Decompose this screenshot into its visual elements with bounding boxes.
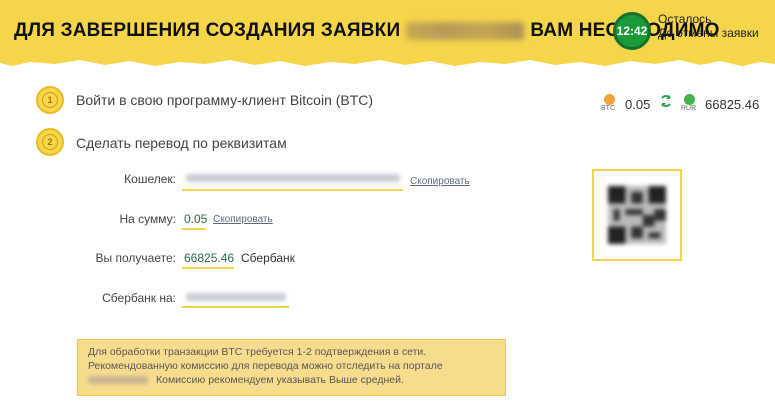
banner-title-left: ДЛЯ ЗАВЕРШЕНИЯ СОЗДАНИЯ ЗАЯВКИ xyxy=(14,20,401,41)
rur-coin-icon: RUR xyxy=(681,94,697,114)
copy-amount-link[interactable]: Скопировать xyxy=(213,214,273,225)
step-2-number: 2 xyxy=(42,134,58,150)
copy-wallet-link[interactable]: Скопировать xyxy=(410,176,470,187)
receive-label: Вы получаете: xyxy=(95,251,176,265)
step-2-label: Сделать перевод по реквизитам xyxy=(76,135,287,151)
step-1-badge: 1 xyxy=(36,86,64,114)
rur-amount: 66825.46 xyxy=(705,96,760,112)
info-line-1: Для обработки транзакции BTC требуется 1… xyxy=(88,346,427,358)
timer-caption: Осталось До отмены заявки xyxy=(658,12,759,40)
sber-label: Сбербанк на: xyxy=(102,291,176,305)
amount-underline xyxy=(182,228,206,230)
info-line-3-wrap: Комиссию рекомендуем указывать Выше сред… xyxy=(88,373,495,387)
receive-underline xyxy=(182,267,234,269)
amount-label: На сумму: xyxy=(119,212,176,226)
timer-caption-line2: До отмены заявки xyxy=(658,26,759,40)
timer-caption-line1: Осталось xyxy=(658,12,712,26)
step-1-number: 1 xyxy=(42,92,58,108)
wallet-underline xyxy=(182,189,403,191)
qr-code xyxy=(608,186,666,244)
receive-value: 66825.46 xyxy=(184,251,235,265)
info-line-2: Рекомендованную комиссию для перевода мо… xyxy=(88,360,443,372)
countdown-timer: 12:42 xyxy=(613,12,651,50)
header-banner: ДЛЯ ЗАВЕРШЕНИЯ СОЗДАНИЯ ЗАЯВКИ ВАМ НЕОБХ… xyxy=(0,0,775,78)
redacted-order-id xyxy=(406,22,525,40)
refresh-icon[interactable] xyxy=(659,94,673,108)
wallet-address[interactable] xyxy=(186,174,400,182)
rur-rate: RUR 66825.46 xyxy=(681,94,760,114)
btc-amount: 0.05 xyxy=(625,96,651,112)
amount-value[interactable]: 0.05 xyxy=(184,212,207,226)
fee-portal-link[interactable] xyxy=(88,376,148,385)
sber-account xyxy=(186,293,286,301)
step-2-badge: 2 xyxy=(36,128,64,156)
receive-bank: Сбербанк xyxy=(241,251,295,265)
info-line-3: Комиссию рекомендуем указывать Выше сред… xyxy=(156,374,404,386)
qr-code-frame xyxy=(592,169,682,261)
sber-underline xyxy=(182,306,289,308)
info-notice: Для обработки транзакции BTC требуется 1… xyxy=(77,339,506,396)
btc-coin-icon: BTC xyxy=(601,94,617,114)
wallet-label: Кошелек: xyxy=(124,172,176,186)
btc-rate: BTC 0.05 xyxy=(601,94,651,114)
step-1-label: Войти в свою программу-клиент Bitcoin (B… xyxy=(76,92,374,108)
